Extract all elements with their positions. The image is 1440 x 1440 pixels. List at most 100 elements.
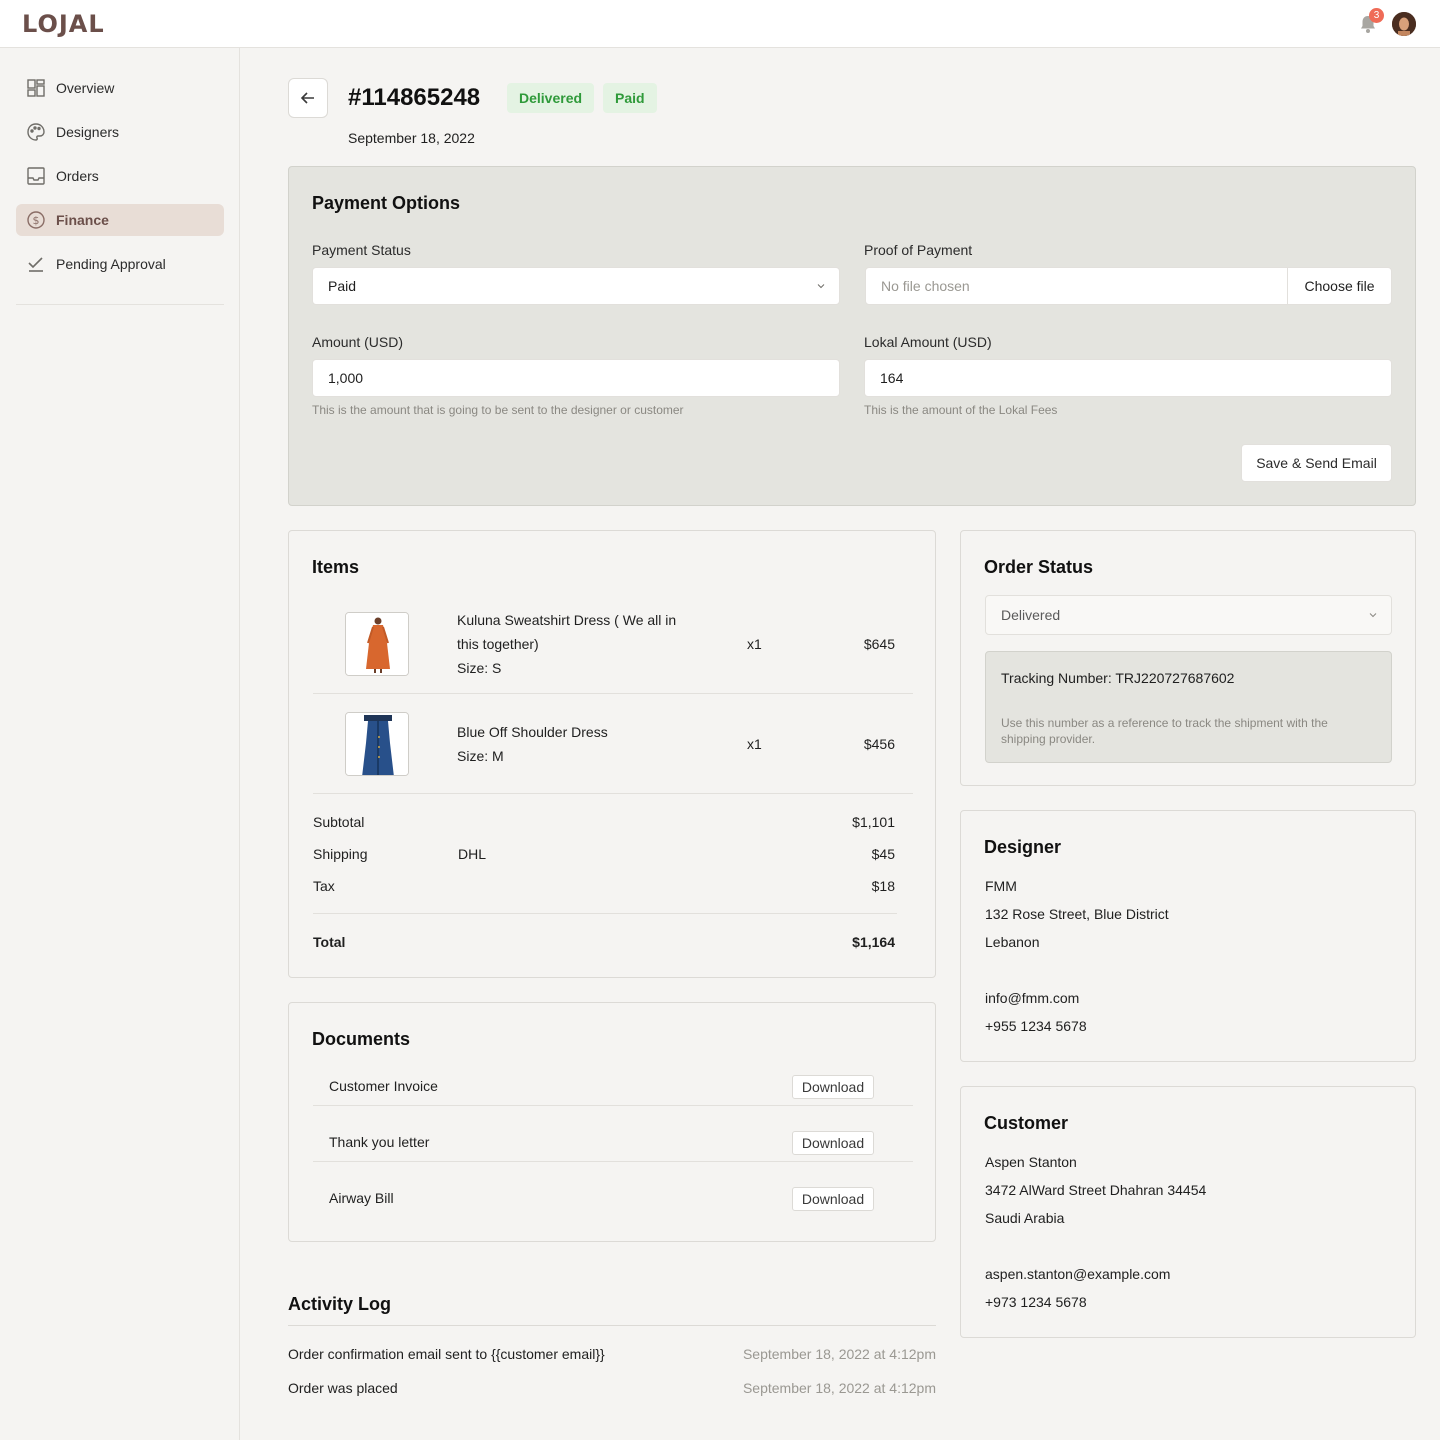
tax-value: $18 [871, 878, 895, 894]
document-label: Customer Invoice [329, 1078, 438, 1094]
activity-entry: Order was placed [288, 1380, 398, 1396]
sidebar-item-overview[interactable]: Overview [16, 72, 224, 104]
sidebar-item-label: Pending Approval [56, 256, 166, 272]
panel-title: Customer [984, 1113, 1069, 1133]
lokal-amount-help: This is the amount of the Lokal Fees [864, 403, 1058, 417]
divider [313, 913, 897, 914]
proof-label: Proof of Payment [864, 242, 973, 258]
lokal-amount-input[interactable]: 164 [864, 359, 1392, 397]
amount-input[interactable]: 1,000 [312, 359, 840, 397]
panel-title: Documents [312, 1029, 411, 1049]
documents-panel: Documents Customer Invoice Download Than… [288, 1002, 936, 1242]
svg-text:$: $ [33, 214, 40, 227]
sidebar-item-orders[interactable]: Orders [16, 160, 224, 192]
chevron-down-icon [1369, 613, 1377, 618]
divider [313, 1105, 913, 1106]
divider [313, 693, 913, 694]
divider [313, 1161, 913, 1162]
item-qty: x1 [747, 636, 762, 652]
page-title: #114865248 [348, 84, 481, 111]
sidebar-item-pending-approval[interactable]: Pending Approval [16, 248, 224, 280]
lokal-amount-label: Lokal Amount (USD) [864, 334, 992, 350]
save-send-email-button[interactable]: Save & Send Email [1241, 444, 1392, 482]
total-value: $1,164 [852, 934, 895, 950]
subtotal-value: $1,101 [852, 814, 895, 830]
panel-title: Designer [984, 837, 1062, 857]
divider [288, 1325, 936, 1326]
document-label: Thank you letter [329, 1134, 430, 1150]
file-placeholder: No file chosen [881, 278, 970, 294]
product-image[interactable] [345, 712, 409, 776]
divider [313, 793, 913, 794]
designer-panel: Designer FMM 132 Rose Street, Blue Distr… [960, 810, 1416, 1062]
tracking-help: Use this number as a reference to track … [1001, 716, 1328, 746]
tracking-number: Tracking Number: TRJ220727687602 [1001, 670, 1235, 686]
notification-count-badge: 3 [1369, 8, 1384, 23]
payment-status-select[interactable]: Paid [312, 267, 840, 305]
item-size: Size: M [457, 748, 504, 764]
document-label: Airway Bill [329, 1190, 394, 1206]
item-size: Size: S [457, 660, 502, 676]
tracking-box: Tracking Number: TRJ220727687602 Use thi… [985, 651, 1392, 763]
divider [16, 304, 224, 305]
avatar[interactable] [1392, 12, 1416, 36]
sidebar-item-label: Orders [56, 168, 99, 184]
sidebar-item-finance[interactable]: $ Finance [16, 204, 224, 236]
item-name: Kuluna Sweatshirt Dress ( We all in this… [457, 608, 677, 680]
payment-options-panel: Payment Options Payment Status Paid Proo… [288, 166, 1416, 506]
panel-title: Order Status [984, 557, 1094, 577]
proof-file-input[interactable]: No file chosen Choose file [865, 267, 1392, 305]
amount-label: Amount (USD) [312, 334, 404, 350]
total-label: Total [313, 934, 346, 950]
payment-status-value: Paid [328, 278, 357, 294]
shipping-value: $45 [871, 846, 895, 862]
customer-panel: Customer Aspen Stanton 3472 AlWard Stree… [960, 1086, 1416, 1338]
logo[interactable]: LOJAL [22, 10, 105, 38]
items-panel: Items Kuluna Sweatshirt Dress ( We all i… [288, 530, 936, 978]
chevron-down-icon [817, 284, 825, 289]
designer-email[interactable]: info@fmm.com [985, 990, 1079, 1006]
download-button[interactable]: Download [792, 1131, 874, 1155]
back-button[interactable] [288, 78, 328, 118]
customer-name: Aspen Stanton [985, 1154, 1077, 1170]
item-name: Blue Off Shoulder Dress Size: M [457, 720, 677, 768]
panel-title: Items [312, 557, 360, 577]
payment-badge: Paid [603, 83, 657, 113]
tax-label: Tax [313, 878, 335, 894]
activity-time: September 18, 2022 at 4:12pm [742, 1346, 936, 1362]
subtotal-label: Subtotal [313, 814, 365, 830]
item-price: $645 [863, 636, 895, 652]
designer-country: Lebanon [985, 934, 1040, 950]
shipping-carrier: DHL [458, 846, 487, 862]
item-qty: x1 [747, 736, 762, 752]
check-icon [28, 257, 43, 272]
order-status-panel: Order Status Delivered Tracking Number: … [960, 530, 1416, 786]
grid-icon [27, 79, 45, 97]
download-button[interactable]: Download [792, 1187, 874, 1211]
customer-email[interactable]: aspen.stanton@example.com [985, 1266, 1170, 1282]
order-status-value: Delivered [1001, 607, 1061, 623]
customer-country: Saudi Arabia [985, 1210, 1065, 1226]
sidebar: Overview Designers Orders $ Finance Pend… [0, 48, 240, 1440]
order-status-select[interactable]: Delivered [985, 595, 1392, 635]
designer-name: FMM [985, 878, 1017, 894]
inbox-icon [27, 167, 45, 185]
sidebar-item-label: Overview [56, 80, 115, 96]
download-button[interactable]: Download [792, 1075, 874, 1099]
designer-address: 132 Rose Street, Blue District [985, 906, 1169, 922]
amount-help: This is the amount that is going to be s… [312, 403, 684, 417]
order-date: September 18, 2022 [348, 130, 475, 146]
sidebar-item-designers[interactable]: Designers [16, 116, 224, 148]
item-price: $456 [863, 736, 895, 752]
choose-file-button[interactable]: Choose file [1287, 268, 1391, 304]
arrow-left-icon [300, 92, 314, 104]
designer-phone: +955 1234 5678 [985, 1018, 1087, 1034]
sidebar-item-label: Designers [56, 124, 120, 140]
item-title: Kuluna Sweatshirt Dress ( We all in this… [457, 612, 677, 652]
customer-address: 3472 AlWard Street Dhahran 34454 [985, 1182, 1207, 1198]
activity-time: September 18, 2022 at 4:12pm [742, 1380, 936, 1396]
customer-phone: +973 1234 5678 [985, 1294, 1087, 1310]
dollar-icon: $ [27, 211, 45, 229]
top-bar: LOJAL 3 [0, 0, 1440, 48]
product-image[interactable] [345, 612, 409, 676]
